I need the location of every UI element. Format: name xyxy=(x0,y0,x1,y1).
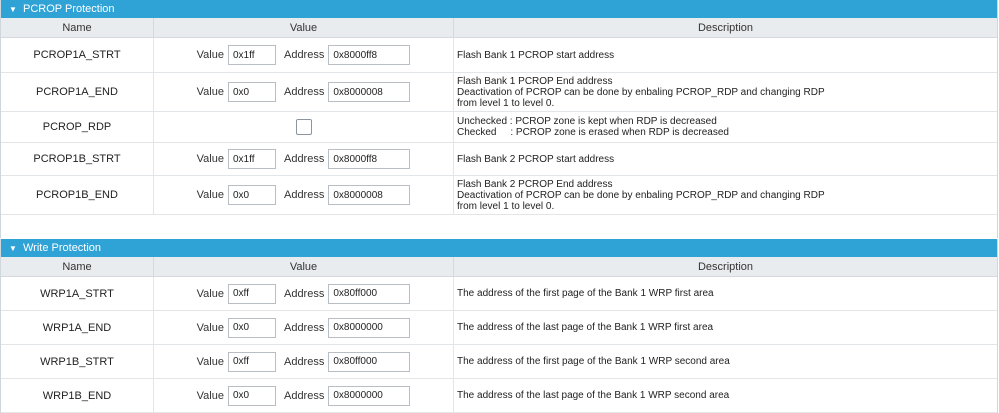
option-name: PCROP1A_END xyxy=(1,73,154,111)
address-label: Address xyxy=(283,86,325,98)
description-line: Flash Bank 1 PCROP End address xyxy=(457,75,613,87)
value-label: Value xyxy=(196,189,224,201)
option-name: PCROP1B_STRT xyxy=(1,143,154,175)
option-value-cell: Value 0xff Address 0x80ff000 xyxy=(154,345,454,378)
column-header-description: Description xyxy=(697,21,754,34)
chevron-down-icon[interactable]: ▼ xyxy=(9,244,19,253)
address-input[interactable]: 0x80ff000 xyxy=(328,283,411,304)
value-input[interactable]: 0x0 xyxy=(227,385,276,406)
option-description: Flash Bank 1 PCROP End address Deactivat… xyxy=(454,73,997,111)
description-line: The address of the first page of the Ban… xyxy=(457,288,714,299)
column-header-name: Name xyxy=(1,18,154,37)
address-input[interactable]: 0x8000000 xyxy=(328,317,411,338)
value-input[interactable]: 0x0 xyxy=(227,82,276,102)
address-label: Address xyxy=(283,153,325,165)
value-label: Value xyxy=(196,153,224,165)
option-description: The address of the last page of the Bank… xyxy=(454,311,997,344)
option-name: PCROP1A_STRT xyxy=(1,38,154,72)
value-label: Value xyxy=(196,86,224,98)
write-protection-panel: ▼ Write Protection Name Value Descriptio… xyxy=(0,239,998,413)
address-input[interactable]: 0x8000008 xyxy=(328,185,411,205)
column-header-value: Value xyxy=(154,18,454,37)
address-input[interactable]: 0x8000ff8 xyxy=(328,45,411,65)
table-row: PCROP_RDP Unchecked : PCROP zone is kept… xyxy=(1,112,997,143)
option-description: The address of the first page of the Ban… xyxy=(454,277,997,310)
description-line: Deactivation of PCROP can be done by enb… xyxy=(457,86,825,98)
option-value-cell: Value 0x1ff Address 0x8000ff8 xyxy=(154,38,454,72)
address-label: Address xyxy=(283,287,325,300)
pcrop-panel-title: PCROP Protection xyxy=(23,3,115,15)
value-input[interactable]: 0x0 xyxy=(227,317,276,338)
table-row: PCROP1A_END Value 0x0 Address 0x8000008 … xyxy=(1,73,997,112)
table-row: PCROP1B_END Value 0x0 Address 0x8000008 … xyxy=(1,176,997,215)
description-line: from level 1 to level 0. xyxy=(457,200,555,212)
option-description: Flash Bank 2 PCROP start address xyxy=(454,143,997,175)
option-value-cell xyxy=(154,112,454,142)
option-value-cell: Value 0x0 Address 0x8000008 xyxy=(154,73,454,111)
pcrop-protection-panel: ▼ PCROP Protection Name Value Descriptio… xyxy=(0,0,998,238)
description-line: Flash Bank 1 PCROP start address xyxy=(457,49,615,61)
table-row: PCROP1B_STRT Value 0x1ff Address 0x8000f… xyxy=(1,143,997,176)
address-label: Address xyxy=(283,321,325,334)
address-input[interactable]: 0x8000ff8 xyxy=(328,149,411,169)
pcrop-panel-header[interactable]: ▼ PCROP Protection xyxy=(1,0,997,18)
value-input[interactable]: 0x1ff xyxy=(227,149,276,169)
option-value-cell: Value 0x0 Address 0x8000000 xyxy=(154,311,454,344)
value-label: Value xyxy=(196,389,224,402)
description-line: Deactivation of PCROP can be done by enb… xyxy=(457,189,825,201)
value-label: Value xyxy=(196,355,224,368)
value-label: Value xyxy=(196,321,224,334)
option-description: The address of the first page of the Ban… xyxy=(454,345,997,378)
option-description: Flash Bank 1 PCROP start address xyxy=(454,38,997,72)
address-input[interactable]: 0x80ff000 xyxy=(328,351,411,372)
description-line: The address of the first page of the Ban… xyxy=(457,356,730,367)
address-label: Address xyxy=(283,355,325,368)
pcrop-column-headers: Name Value Description xyxy=(1,18,997,38)
value-label: Value xyxy=(196,287,224,300)
option-name: PCROP_RDP xyxy=(1,112,154,142)
value-input[interactable]: 0x1ff xyxy=(227,45,276,65)
wrp-panel-header[interactable]: ▼ Write Protection xyxy=(1,239,997,257)
table-row: WRP1B_STRT Value 0xff Address 0x80ff000 … xyxy=(1,345,997,379)
option-name: WRP1A_END xyxy=(1,311,154,344)
value-input[interactable]: 0x0 xyxy=(227,185,276,205)
option-description: Flash Bank 2 PCROP End address Deactivat… xyxy=(454,176,997,214)
option-value-cell: Value 0x1ff Address 0x8000ff8 xyxy=(154,143,454,175)
table-row: WRP1A_STRT Value 0xff Address 0x80ff000 … xyxy=(1,277,997,311)
wrp-column-headers: Name Value Description xyxy=(1,257,997,277)
option-value-cell: Value 0x0 Address 0x8000008 xyxy=(154,176,454,214)
table-row: WRP1A_END Value 0x0 Address 0x8000000 Th… xyxy=(1,311,997,345)
description-line: Unchecked : PCROP zone is kept when RDP … xyxy=(457,116,717,127)
option-value-cell: Value 0xff Address 0x80ff000 xyxy=(154,277,454,310)
table-row: WRP1B_END Value 0x0 Address 0x8000000 Th… xyxy=(1,379,997,413)
value-label: Value xyxy=(196,49,224,61)
address-label: Address xyxy=(283,389,325,402)
description-line: The address of the last page of the Bank… xyxy=(457,322,714,333)
address-input[interactable]: 0x8000000 xyxy=(328,385,411,406)
wrp-panel-title: Write Protection xyxy=(23,242,102,254)
description-line: from level 1 to level 0. xyxy=(457,97,555,109)
option-description: The address of the last page of the Bank… xyxy=(454,379,997,412)
address-label: Address xyxy=(283,49,325,61)
description-line: Flash Bank 2 PCROP start address xyxy=(457,153,615,165)
description-line: Checked : PCROP zone is erased when RDP … xyxy=(457,127,729,138)
value-input[interactable]: 0xff xyxy=(227,283,276,304)
pcrop-rdp-checkbox[interactable] xyxy=(295,119,312,135)
value-input[interactable]: 0xff xyxy=(227,351,276,372)
column-header-value: Value xyxy=(154,257,454,276)
option-name: WRP1B_STRT xyxy=(1,345,154,378)
address-input[interactable]: 0x8000008 xyxy=(328,82,411,102)
chevron-down-icon[interactable]: ▼ xyxy=(9,5,19,14)
option-name: WRP1B_END xyxy=(1,379,154,412)
description-line: The address of the last page of the Bank… xyxy=(457,390,730,401)
option-description: Unchecked : PCROP zone is kept when RDP … xyxy=(454,112,997,142)
column-header-description: Description xyxy=(697,260,754,273)
table-row: PCROP1A_STRT Value 0x1ff Address 0x8000f… xyxy=(1,38,997,73)
option-name: WRP1A_STRT xyxy=(1,277,154,310)
option-name: PCROP1B_END xyxy=(1,176,154,214)
address-label: Address xyxy=(283,189,325,201)
description-line: Flash Bank 2 PCROP End address xyxy=(457,178,613,190)
column-header-name: Name xyxy=(1,257,154,276)
option-value-cell: Value 0x0 Address 0x8000000 xyxy=(154,379,454,412)
